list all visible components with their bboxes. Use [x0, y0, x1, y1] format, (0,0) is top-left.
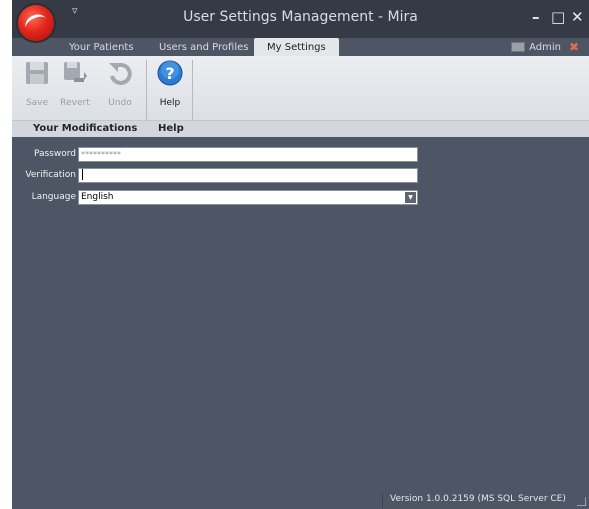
- undo-label: Undo: [108, 98, 132, 108]
- resize-grip-icon[interactable]: [577, 497, 586, 506]
- help-label: Help: [159, 98, 181, 108]
- language-select[interactable]: English ▼: [78, 190, 418, 205]
- window-title: User Settings Management - Mira: [183, 9, 418, 25]
- minimize-button[interactable]: –: [532, 10, 540, 25]
- chevron-down-icon[interactable]: ▼: [405, 192, 416, 203]
- revert-label: Revert: [60, 98, 90, 108]
- status-bar: Version 1.0.0.2159 (MS SQL Server CE): [12, 491, 589, 509]
- password-row: Password **********: [12, 147, 589, 163]
- version-text: Version 1.0.0.2159 (MS SQL Server CE): [390, 494, 566, 504]
- save-button[interactable]: Save: [20, 60, 54, 118]
- app-window: ▿ User Settings Management - Mira – □ ✕ …: [12, 0, 589, 509]
- title-bar: ▿ User Settings Management - Mira – □ ✕: [12, 0, 589, 41]
- verification-label: Verification: [25, 170, 76, 180]
- revert-icon: [64, 62, 87, 82]
- current-user[interactable]: Admin ✖: [511, 40, 579, 55]
- close-button[interactable]: ✕: [571, 10, 584, 25]
- svg-text:?: ?: [165, 64, 174, 83]
- logout-icon[interactable]: ✖: [569, 40, 579, 54]
- group-your-modifications: Your Modifications: [33, 123, 138, 134]
- save-label: Save: [25, 98, 49, 108]
- language-value: English: [81, 192, 114, 202]
- undo-icon: [109, 62, 132, 85]
- tab-my-settings[interactable]: My Settings: [254, 38, 339, 56]
- tab-users-and-profiles[interactable]: Users and Profiles: [159, 38, 248, 56]
- password-field[interactable]: **********: [78, 147, 418, 162]
- maximize-button[interactable]: □: [551, 10, 565, 25]
- language-row: Language English ▼: [12, 190, 589, 206]
- help-icon: ?: [157, 60, 183, 86]
- verification-row: Verification: [12, 168, 589, 184]
- group-help: Help: [158, 123, 184, 134]
- ribbon-group-bar: Your Modifications Help: [12, 120, 589, 137]
- verification-field[interactable]: [78, 168, 418, 183]
- undo-button[interactable]: Undo: [103, 60, 137, 118]
- floppy-disk-icon: [26, 62, 48, 84]
- text-caret: [82, 169, 83, 180]
- user-name: Admin: [529, 42, 561, 53]
- status-separator: [382, 493, 383, 507]
- language-label: Language: [31, 192, 76, 202]
- revert-button[interactable]: Revert: [58, 60, 92, 118]
- help-button[interactable]: ? Help: [153, 60, 187, 118]
- tab-your-patients[interactable]: Your Patients: [69, 38, 134, 56]
- password-label: Password: [33, 149, 76, 159]
- ribbon-tabs: Your Patients Users and Profiles My Sett…: [12, 38, 589, 56]
- user-card-icon: [511, 42, 526, 52]
